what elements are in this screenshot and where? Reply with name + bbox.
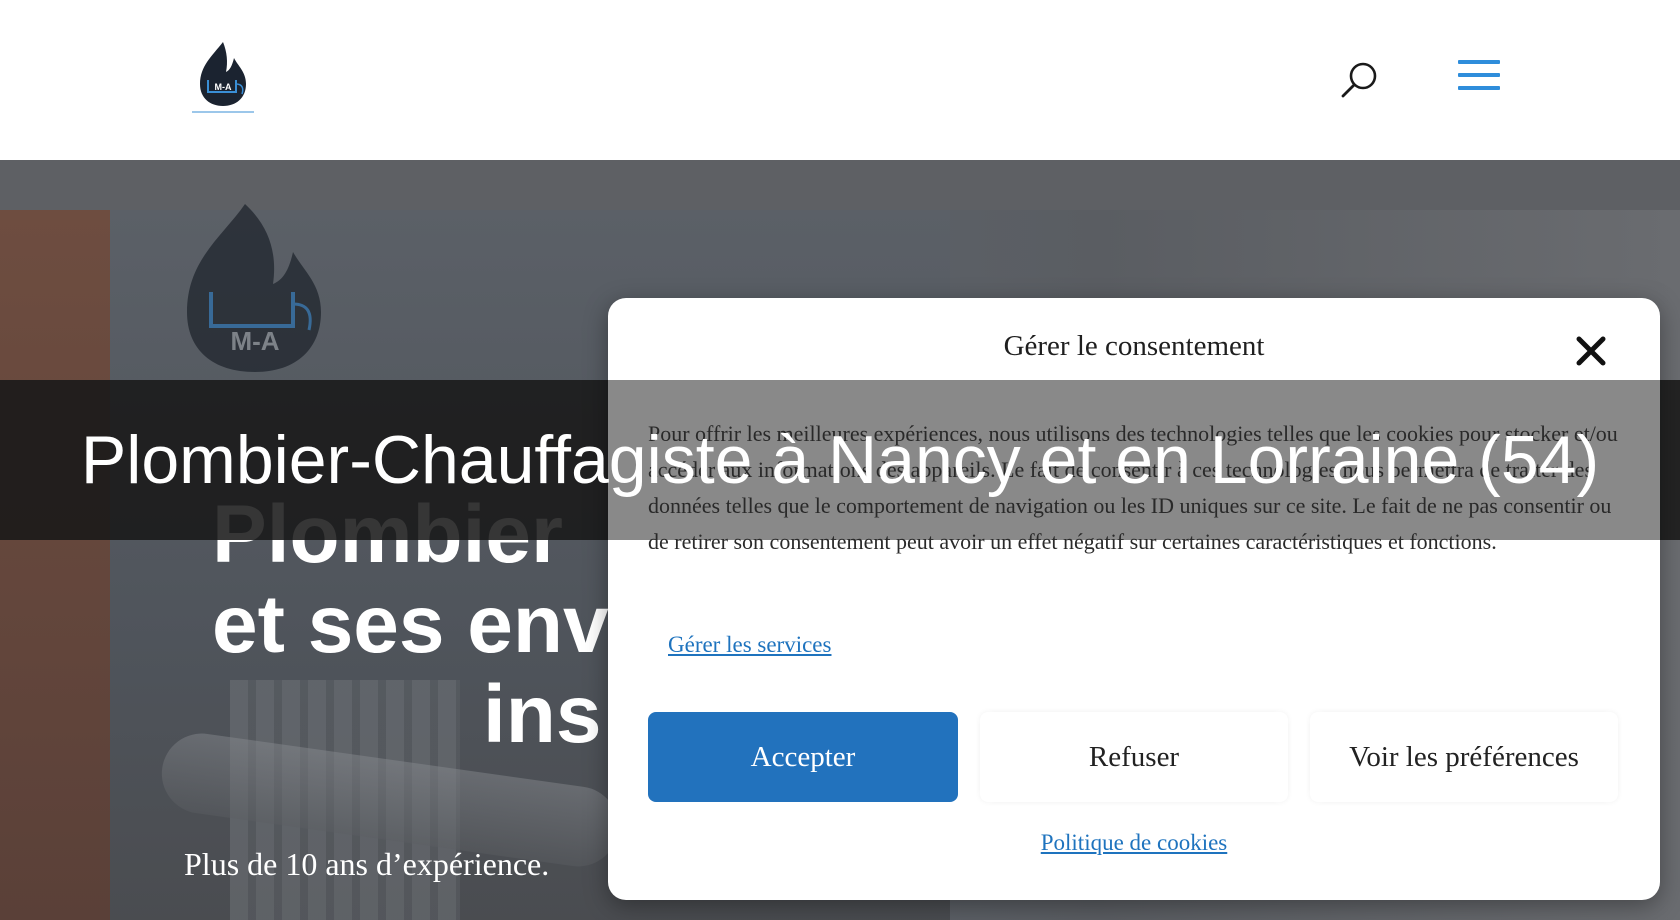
cookie-policy-link[interactable]: Politique de cookies (608, 830, 1660, 856)
page-title: Plombier-Chauffagiste à Nancy et en Lorr… (80, 422, 1600, 498)
close-icon[interactable] (1574, 334, 1608, 368)
svg-text:M-A: M-A (215, 82, 232, 92)
accept-button[interactable]: Accepter (648, 712, 958, 802)
consent-title: Gérer le consentement (1003, 330, 1265, 362)
refuse-button[interactable]: Refuser (980, 712, 1288, 802)
site-logo[interactable]: M-A (190, 40, 256, 116)
hero-subtitle: Plus de 10 ans d’expérience. (184, 846, 550, 882)
manage-services-link[interactable]: Gérer les services (668, 632, 831, 658)
hamburger-menu-icon[interactable] (1458, 60, 1502, 96)
hero-logo-watermark: M-A (187, 204, 321, 372)
site-header: M-A (0, 0, 1680, 160)
svg-text:M-A: M-A (230, 326, 279, 356)
view-preferences-button[interactable]: Voir les préférences (1310, 712, 1618, 802)
search-icon[interactable] (1338, 58, 1382, 102)
